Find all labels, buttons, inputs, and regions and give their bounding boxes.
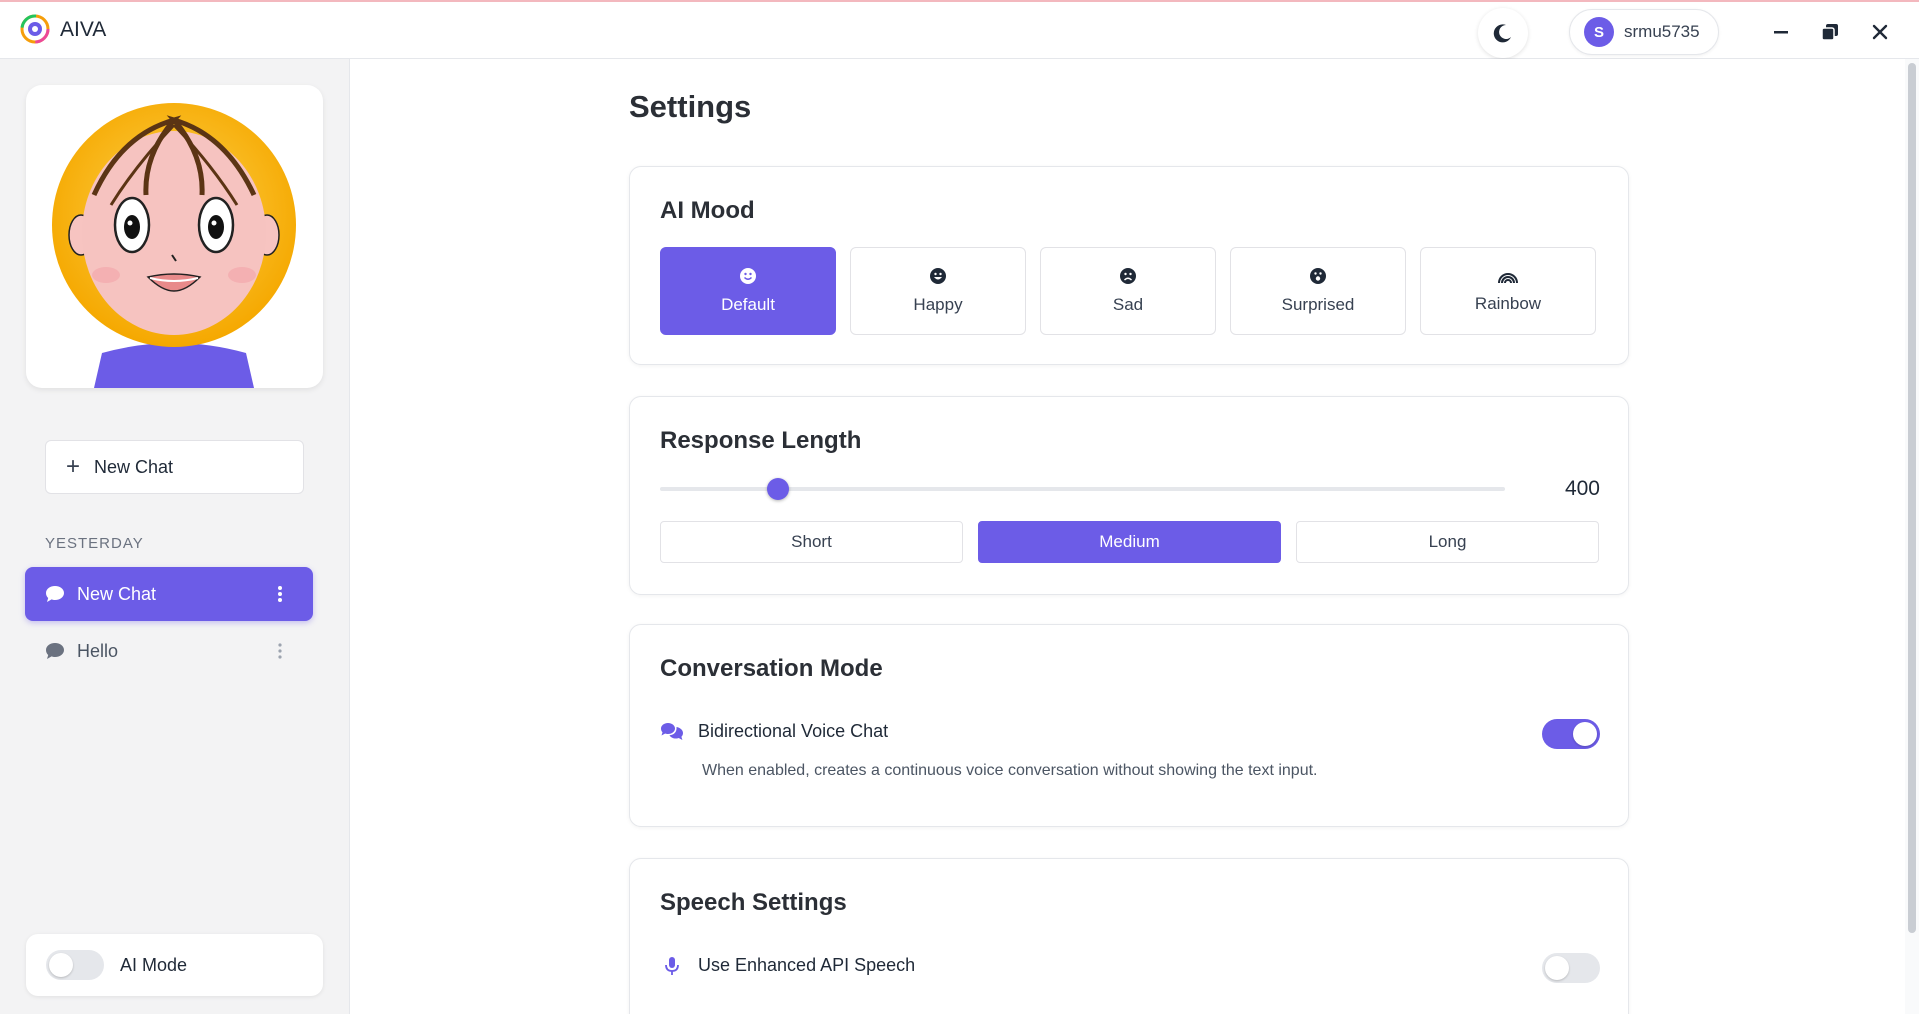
minimize-icon <box>1774 31 1788 34</box>
restore-button[interactable] <box>1815 17 1845 47</box>
ai-mood-card: AI Mood Default Happy Sad Surprised Rain… <box>629 166 1629 365</box>
mood-sad-button[interactable]: Sad <box>1040 247 1216 335</box>
mood-rainbow-button[interactable]: Rainbow <box>1420 247 1596 335</box>
mood-default-button[interactable]: Default <box>660 247 836 335</box>
response-length-card: Response Length 400 Short Medium Long <box>629 396 1629 595</box>
ai-mode-card: AI Mode <box>26 934 323 996</box>
mood-label: Surprised <box>1281 295 1355 314</box>
new-chat-label: New Chat <box>94 456 174 477</box>
mood-label: Rainbow <box>1474 294 1542 313</box>
more-options-icon[interactable] <box>277 641 283 661</box>
response-length-title: Response Length <box>660 427 862 454</box>
chat-bubble-icon <box>46 586 64 602</box>
comments-icon <box>661 722 683 740</box>
aiva-logo-icon <box>20 14 50 44</box>
ai-mode-label: AI Mode <box>120 954 188 975</box>
conversation-mode-title: Conversation Mode <box>660 655 883 682</box>
mood-label: Default <box>721 295 775 314</box>
user-name: srmu5735 <box>1624 22 1700 41</box>
mood-surprised-button[interactable]: Surprised <box>1230 247 1406 335</box>
user-avatar: S <box>1584 17 1614 47</box>
length-medium-button[interactable]: Medium <box>978 521 1281 563</box>
rainbow-icon <box>1498 273 1518 284</box>
smile-icon <box>740 268 756 284</box>
grin-icon <box>930 268 946 284</box>
settings-main: Settings AI Mood Default Happy Sad Surpr… <box>351 59 1905 1014</box>
plus-icon: + <box>66 453 81 480</box>
title-bar: AIVA S srmu5735 <box>0 0 1919 59</box>
voice-chat-option: Bidirectional Voice Chat <box>660 721 888 742</box>
surprise-icon <box>1310 268 1326 284</box>
close-window-button[interactable] <box>1865 17 1895 47</box>
enhanced-speech-toggle[interactable] <box>1542 953 1600 983</box>
response-length-value: 400 <box>1564 477 1600 500</box>
mood-label: Sad <box>1112 295 1144 314</box>
chat-item-label: Hello <box>77 640 119 661</box>
mood-label: Happy <box>913 295 963 314</box>
app-title: AIVA <box>60 18 107 41</box>
ai-avatar-card <box>26 85 323 388</box>
theme-toggle-button[interactable] <box>1478 8 1528 58</box>
voice-chat-toggle[interactable] <box>1542 719 1600 749</box>
ai-mode-toggle[interactable] <box>46 950 104 980</box>
chat-item-new-chat[interactable]: New Chat <box>25 567 313 621</box>
speech-settings-title: Speech Settings <box>660 889 847 916</box>
chat-item-hello[interactable]: Hello <box>25 624 313 678</box>
chat-item-label: New Chat <box>77 583 157 604</box>
ai-avatar-image <box>52 103 296 388</box>
enhanced-speech-option: Use Enhanced API Speech <box>660 955 915 976</box>
length-long-button[interactable]: Long <box>1296 521 1599 563</box>
voice-chat-label: Bidirectional Voice Chat <box>698 721 889 741</box>
new-chat-button[interactable]: + New Chat <box>45 440 304 494</box>
voice-chat-description: When enabled, creates a continuous voice… <box>702 762 1318 779</box>
mood-happy-button[interactable]: Happy <box>850 247 1026 335</box>
sidebar: + New Chat YESTERDAY New Chat Hello AI M… <box>0 59 350 1014</box>
moon-icon <box>1493 24 1511 43</box>
close-icon <box>1872 24 1888 40</box>
chat-bubble-icon <box>46 643 64 659</box>
microphone-icon <box>665 956 679 975</box>
length-short-button[interactable]: Short <box>660 521 963 563</box>
main-scrollbar[interactable] <box>1905 59 1919 1014</box>
more-options-icon[interactable] <box>277 584 283 604</box>
frown-icon <box>1120 268 1136 284</box>
restore-icon <box>1821 24 1838 41</box>
chat-section-label: YESTERDAY <box>45 535 144 552</box>
slider-thumb[interactable] <box>767 478 790 500</box>
page-title: Settings <box>629 89 752 124</box>
conversation-mode-card: Conversation Mode Bidirectional Voice Ch… <box>629 624 1629 827</box>
enhanced-speech-label: Use Enhanced API Speech <box>698 955 916 975</box>
speech-settings-card: Speech Settings Use Enhanced API Speech <box>629 858 1629 1014</box>
minimize-button[interactable] <box>1766 17 1796 47</box>
ai-mood-title: AI Mood <box>660 197 755 224</box>
user-menu-button[interactable]: S srmu5735 <box>1569 9 1719 55</box>
scrollbar-thumb[interactable] <box>1908 63 1916 933</box>
